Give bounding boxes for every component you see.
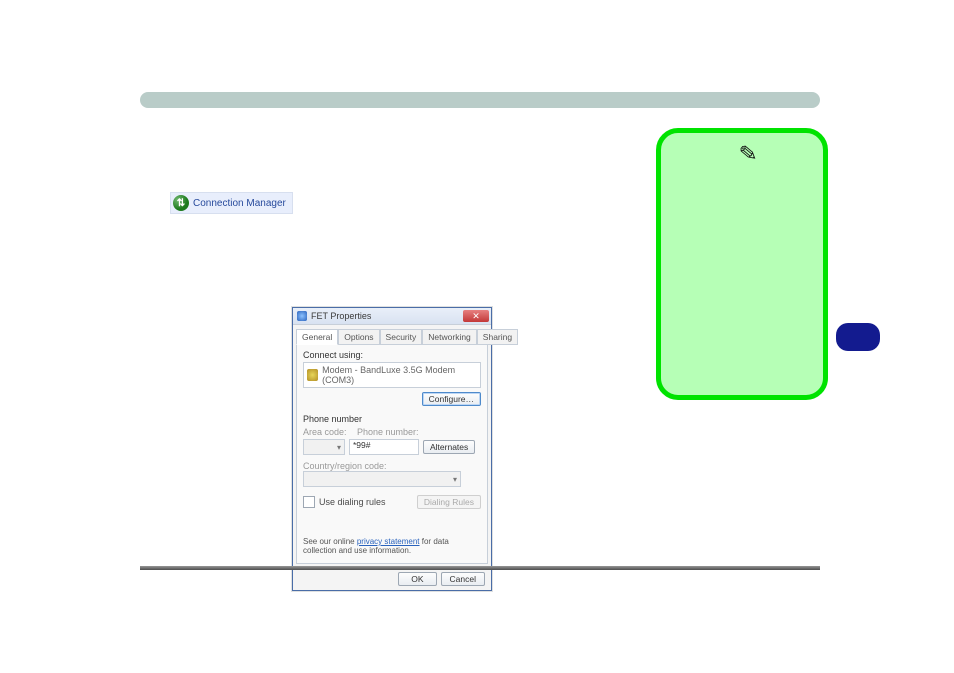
tab-body-general: Connect using: Modem - BandLuxe 3.5G Mod… [296, 344, 488, 564]
alternates-button[interactable]: Alternates [423, 440, 475, 454]
country-region-select[interactable]: ▾ [303, 471, 461, 487]
chevron-down-icon: ▾ [453, 475, 457, 484]
close-button[interactable]: ✕ [463, 310, 489, 322]
area-code-label: Area code: [303, 427, 347, 437]
header-bar [140, 92, 820, 108]
country-region-label: Country/region code: [303, 461, 481, 471]
configure-button[interactable]: Configure… [422, 392, 481, 406]
dialog-titlebar-icon [297, 311, 307, 321]
connection-manager-icon: ⇅ [173, 195, 189, 211]
dialog-title: FET Properties [311, 311, 371, 321]
phone-section-label: Phone number [303, 414, 481, 424]
chevron-down-icon: ▾ [337, 443, 341, 452]
fet-properties-dialog: FET Properties ✕ General Options Securit… [292, 307, 492, 591]
tab-options[interactable]: Options [338, 329, 379, 345]
connect-using-label: Connect using: [303, 350, 481, 360]
dialog-footer: OK Cancel [293, 567, 491, 590]
use-dialing-rules-label: Use dialing rules [319, 497, 386, 507]
dialog-tabs: General Options Security Networking Shar… [296, 328, 488, 344]
tab-security[interactable]: Security [380, 329, 423, 345]
pen-icon: ✎ [738, 140, 759, 168]
side-tab-pill [836, 323, 880, 351]
tab-sharing[interactable]: Sharing [477, 329, 518, 345]
cancel-button[interactable]: Cancel [441, 572, 485, 586]
dialog-titlebar[interactable]: FET Properties ✕ [293, 308, 491, 325]
footer-divider [140, 566, 820, 570]
use-dialing-rules-checkbox[interactable] [303, 496, 315, 508]
note-callout: ✎ [656, 128, 828, 400]
dialing-rules-button: Dialing Rules [417, 495, 481, 509]
tab-general[interactable]: General [296, 329, 338, 345]
connection-manager-label: Connection Manager [193, 198, 286, 209]
privacy-text-a: See our online [303, 537, 357, 546]
area-code-input[interactable]: ▾ [303, 439, 345, 455]
tab-networking[interactable]: Networking [422, 329, 477, 345]
privacy-link[interactable]: privacy statement [357, 537, 420, 546]
modem-icon [307, 369, 318, 381]
modem-select[interactable]: Modem - BandLuxe 3.5G Modem (COM3) [303, 362, 481, 388]
phone-number-input[interactable]: *99# [349, 439, 419, 455]
ok-button[interactable]: OK [398, 572, 436, 586]
connection-manager-link[interactable]: ⇅ Connection Manager [170, 192, 293, 214]
phone-number-label: Phone number: [357, 427, 419, 437]
modem-name: Modem - BandLuxe 3.5G Modem (COM3) [322, 365, 477, 385]
